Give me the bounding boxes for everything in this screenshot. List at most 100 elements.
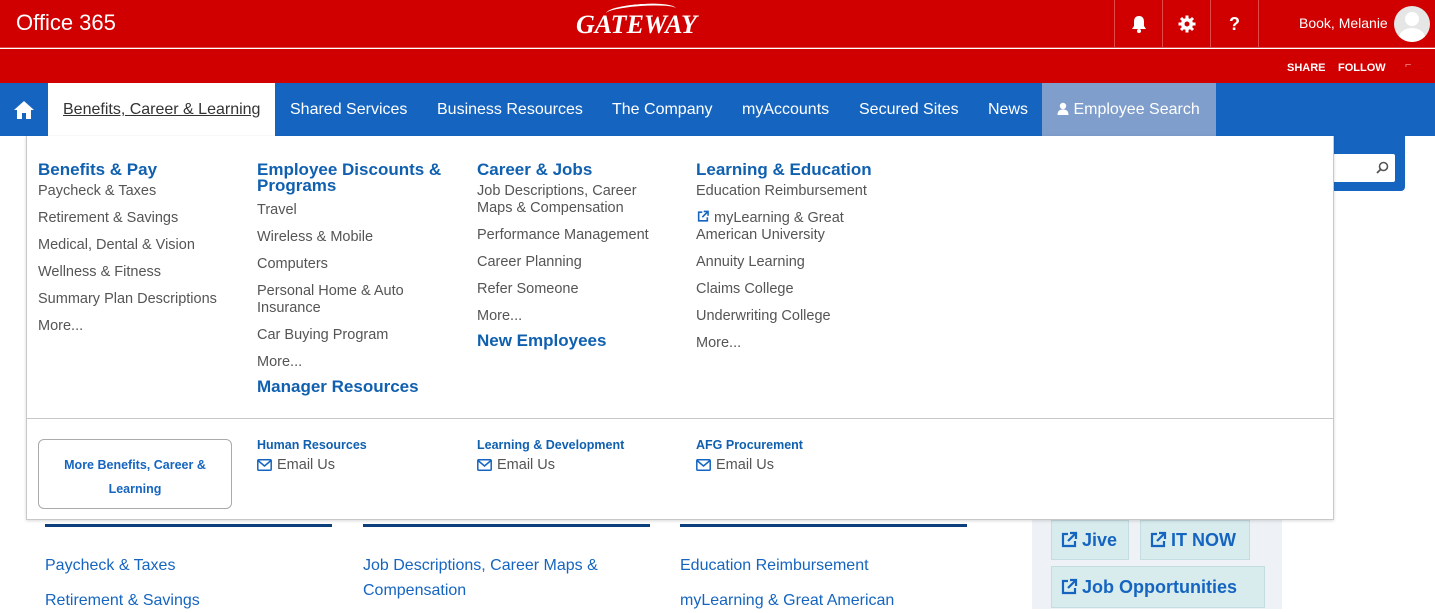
share-link[interactable]: SHARE: [1287, 62, 1326, 74]
gateway-logo[interactable]: GATEWAY: [576, 1, 697, 40]
tile-jive[interactable]: Jive: [1051, 520, 1129, 560]
menu-column-employee-discounts: Employee Discounts & Programs Travel Wir…: [257, 161, 452, 400]
menu-link-label: myLearning & Great American University: [696, 210, 844, 243]
avatar[interactable]: [1394, 6, 1430, 42]
external-link-icon: [1061, 578, 1078, 595]
app-title[interactable]: Office 365: [16, 10, 116, 36]
menu-link[interactable]: Wellness & Fitness: [38, 264, 238, 281]
avatar-head: [1405, 12, 1419, 26]
menu-link[interactable]: Refer Someone: [477, 281, 667, 298]
external-link-icon: [1150, 531, 1167, 548]
nav-shared-services[interactable]: Shared Services: [275, 83, 422, 136]
contact-title: AFG Procurement: [696, 438, 803, 452]
help-icon[interactable]: ?: [1210, 0, 1258, 48]
nav-the-company[interactable]: The Company: [597, 83, 728, 136]
menu-heading[interactable]: Employee Discounts & Programs: [257, 161, 452, 194]
follow-link[interactable]: FOLLOW: [1338, 62, 1386, 74]
page-link[interactable]: Paycheck & Taxes: [45, 553, 332, 578]
gear-icon[interactable]: [1162, 0, 1210, 48]
email-us-link[interactable]: Email Us: [696, 457, 803, 473]
menu-link[interactable]: Paycheck & Taxes: [38, 183, 238, 200]
envelope-icon: [696, 459, 711, 471]
menu-link[interactable]: Medical, Dental & Vision: [38, 237, 238, 254]
menu-link[interactable]: Car Buying Program: [257, 327, 452, 344]
contact-title: Learning & Development: [477, 438, 625, 452]
page-link[interactable]: Retirement & Savings: [45, 588, 332, 613]
mega-menu: Benefits & Pay Paycheck & Taxes Retireme…: [26, 136, 1334, 520]
page-column-career: Job Descriptions, Career Maps & Compensa…: [363, 524, 650, 603]
menu-heading[interactable]: Learning & Education: [696, 161, 896, 178]
menu-column-career-jobs: Career & Jobs Job Descriptions, Career M…: [477, 161, 667, 354]
page-link[interactable]: myLearning & Great American: [680, 588, 967, 613]
menu-link[interactable]: Career Planning: [477, 254, 667, 271]
menu-heading[interactable]: Career & Jobs: [477, 161, 667, 178]
menu-more-link[interactable]: More...: [696, 335, 896, 352]
page-link[interactable]: Education Reimbursement: [680, 553, 967, 578]
menu-more-link[interactable]: More...: [38, 318, 238, 335]
menu-column-benefits-pay: Benefits & Pay Paycheck & Taxes Retireme…: [38, 161, 238, 345]
more-benefits-button[interactable]: More Benefits, Career & Learning: [38, 439, 232, 509]
menu-link[interactable]: Performance Management: [477, 227, 667, 244]
column-rule: [45, 524, 332, 527]
page-search-input[interactable]: [1333, 154, 1395, 182]
tile-label: Jive: [1082, 529, 1118, 550]
nav-myaccounts[interactable]: myAccounts: [727, 83, 844, 136]
search-icon[interactable]: [1376, 161, 1389, 174]
menu-link[interactable]: Claims College: [696, 281, 896, 298]
nav-employee-search[interactable]: Employee Search: [1042, 83, 1216, 136]
email-us-label: Email Us: [277, 457, 336, 473]
menu-link[interactable]: Underwriting College: [696, 308, 896, 325]
nav-business-resources[interactable]: Business Resources: [422, 83, 598, 136]
email-us-link[interactable]: Email Us: [257, 457, 367, 473]
menu-link[interactable]: Computers: [257, 256, 452, 273]
main-nav: Benefits, Career & Learning Shared Servi…: [0, 83, 1435, 136]
menu-more-link[interactable]: More...: [477, 308, 667, 325]
menu-link[interactable]: Summary Plan Descriptions: [38, 291, 238, 308]
page-link[interactable]: Job Descriptions, Career Maps & Compensa…: [363, 553, 623, 603]
menu-link[interactable]: Personal Home & Auto Insurance: [257, 283, 422, 317]
bell-icon[interactable]: [1114, 0, 1162, 48]
quick-links-sidebar: Jive IT NOW Job Opportunities: [1032, 520, 1282, 609]
user-menu[interactable]: Book, Melanie: [1258, 0, 1435, 48]
tile-it-now[interactable]: IT NOW: [1140, 520, 1250, 560]
tile-job-opportunities[interactable]: Job Opportunities: [1051, 566, 1265, 608]
home-icon[interactable]: [0, 83, 47, 136]
menu-heading[interactable]: Benefits & Pay: [38, 161, 238, 178]
menu-more-link[interactable]: More...: [257, 354, 452, 371]
page-column-benefits: Paycheck & Taxes Retirement & Savings: [45, 524, 332, 613]
page-column-learning: Education Reimbursement myLearning & Gre…: [680, 524, 967, 613]
tile-label: IT NOW: [1171, 529, 1236, 550]
nav-benefits-career-learning[interactable]: Benefits, Career & Learning: [48, 83, 276, 136]
menu-link[interactable]: Travel: [257, 202, 452, 219]
email-us-label: Email Us: [716, 457, 775, 473]
avatar-body: [1399, 28, 1425, 42]
menu-link[interactable]: Annuity Learning: [696, 254, 896, 271]
menu-link[interactable]: Wireless & Mobile: [257, 229, 452, 246]
focus-icon[interactable]: ⌐: [1405, 59, 1411, 71]
menu-link[interactable]: Job Descriptions, Career Maps & Compensa…: [477, 183, 652, 217]
page-search-panel: [1325, 136, 1405, 191]
menu-link[interactable]: Retirement & Savings: [38, 210, 238, 227]
menu-heading-manager-resources[interactable]: Manager Resources: [257, 378, 452, 395]
contact-human-resources: Human Resources Email Us: [257, 438, 367, 473]
column-rule: [363, 524, 650, 527]
nav-secured-sites[interactable]: Secured Sites: [844, 83, 974, 136]
email-us-link[interactable]: Email Us: [477, 457, 624, 473]
tile-label: Job Opportunities: [1082, 576, 1237, 597]
menu-column-learning-education: Learning & Education Education Reimburse…: [696, 161, 896, 362]
user-icon: [1057, 102, 1069, 115]
user-name[interactable]: Book, Melanie: [1299, 15, 1388, 31]
top-bar: Office 365 GATEWAY ? Book, Melanie: [0, 0, 1435, 48]
nav-news[interactable]: News: [973, 83, 1043, 136]
menu-link-external[interactable]: myLearning & Great American University: [696, 210, 866, 244]
menu-heading-new-employees[interactable]: New Employees: [477, 332, 667, 349]
envelope-icon: [257, 459, 272, 471]
external-link-icon: [1061, 531, 1078, 548]
external-link-icon: [697, 210, 709, 222]
employee-search-label: Employee Search: [1073, 101, 1200, 118]
contact-learning-development: Learning & Development Email Us: [477, 438, 624, 473]
email-us-label: Email Us: [497, 457, 556, 473]
menu-link[interactable]: Education Reimbursement: [696, 183, 896, 200]
contact-afg-procurement: AFG Procurement Email Us: [696, 438, 803, 473]
column-rule: [680, 524, 967, 527]
